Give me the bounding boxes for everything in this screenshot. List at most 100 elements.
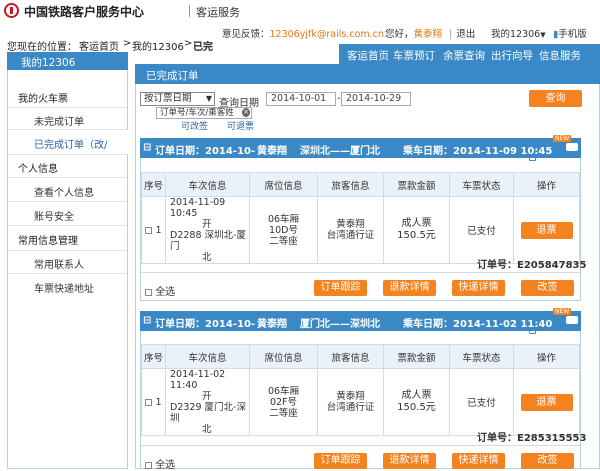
breadcrumb-home[interactable]: 客运首页 [79, 38, 119, 53]
order-search-input[interactable]: 订单号/车次/乘客姓 × [156, 107, 252, 119]
col-seat: 席位信息 [249, 344, 318, 369]
seat-info: 06车厢 10D号 二等座 [249, 196, 318, 264]
filter-type-select[interactable]: 按订票日期 [140, 92, 215, 106]
seat-number: 10D号 [269, 224, 298, 236]
funnel-icon[interactable] [529, 327, 536, 334]
seat-class: 二等座 [269, 407, 298, 419]
train-info: 2014-11-02 11:40 开 D2329 厦门北-深圳 北 [165, 368, 250, 436]
tab-finished-orders[interactable]: 已完成订单 [146, 68, 199, 83]
track-order-button[interactable]: 订单跟踪 [314, 280, 367, 296]
row-checkbox[interactable] [145, 226, 153, 234]
sidebar-item-view-profile[interactable]: 查看个人信息 [34, 184, 94, 199]
depart-label: 开 [202, 391, 212, 402]
sidebar-item-finished-orders[interactable]: 已完成订单（改/ [34, 136, 107, 151]
funnel-icon[interactable] [529, 154, 536, 161]
passenger-id-type: 台湾通行证 [326, 402, 375, 413]
breadcrumb-sep: > [123, 38, 132, 49]
ticket-price: 150.5元 [397, 402, 436, 413]
breadcrumb-my12306[interactable]: 我的12306 [132, 38, 184, 53]
seat-number: 02F号 [269, 396, 298, 408]
refund-details-button[interactable]: 退款详情 [383, 280, 436, 296]
collapse-icon[interactable]: ⊟ [143, 315, 151, 326]
order-date: 订单日期：2014-10- [155, 146, 256, 157]
select-all-label: 全选 [155, 287, 176, 298]
username-link[interactable]: 黄泰翔 [414, 29, 443, 40]
nav-home[interactable]: 客运首页 [347, 48, 389, 63]
col-status: 车票状态 [449, 344, 514, 369]
col-index: 序号 [141, 344, 166, 369]
nav-info-service[interactable]: 信息服务 [539, 48, 581, 63]
car-icon [566, 143, 578, 151]
nav-travel-guide[interactable]: 出行向导 [491, 48, 533, 63]
table-header-row: 序号 车次信息 席位信息 旅客信息 票款金额 车票状态 操作 [141, 172, 580, 197]
train-number: D2288 [170, 230, 202, 241]
order-number: 订单号：E285315553 [477, 429, 586, 444]
mobile-label: 手机版 [558, 29, 587, 40]
select-all[interactable]: 全选 [145, 283, 175, 298]
collapse-icon[interactable]: ⊟ [143, 142, 151, 153]
refundable-link[interactable]: 可退票 [227, 119, 254, 132]
my12306-menu[interactable]: 我的12306▼ [491, 26, 546, 40]
car-icon [566, 316, 578, 324]
ticket-type: 成人票 [401, 218, 432, 229]
change-ticket-button[interactable]: 改签 [521, 280, 574, 296]
delivery-details-button[interactable]: 快递详情 [452, 280, 505, 296]
col-train: 车次信息 [165, 344, 250, 369]
nav-ticket-booking[interactable]: 车票预订 [393, 48, 435, 63]
logout-link[interactable]: 退出 [456, 29, 475, 40]
mobile-link[interactable]: ▮手机版 [553, 26, 587, 40]
sidebar-item-account-security[interactable]: 账号安全 [34, 208, 74, 223]
passenger-name: 黄泰翔 [336, 219, 365, 230]
row-checkbox[interactable] [145, 398, 153, 406]
col-action: 操作 [513, 172, 580, 197]
main-tab-bar: 已完成订单 [135, 64, 600, 84]
breadcrumb-sep: > [184, 38, 193, 49]
order-number-label: 订单号： [477, 260, 517, 271]
header-sep: | [449, 29, 453, 40]
depart-time: 2014-11-09 10:45 [170, 197, 226, 219]
site-name[interactable]: 中国铁路客户服务中心 [24, 3, 144, 20]
table-header-row: 序号 车次信息 席位信息 旅客信息 票款金额 车票状态 操作 [141, 344, 580, 369]
order-passenger: 黄泰翔 [257, 146, 287, 157]
logo-divider [189, 5, 190, 17]
divider [8, 201, 127, 202]
divider [8, 177, 127, 178]
ticket-price: 150.5元 [397, 230, 436, 241]
refund-button[interactable]: 退票 [520, 393, 573, 411]
col-status: 车票状态 [449, 172, 514, 197]
change-ticket-button[interactable]: 改签 [521, 453, 574, 469]
greeting-text: 您好， [385, 29, 414, 40]
sidebar-item-delivery-address[interactable]: 车票快递地址 [34, 280, 94, 295]
track-order-button[interactable]: 订单跟踪 [314, 453, 367, 469]
train-route-cont: 北 [202, 252, 212, 263]
divider [8, 107, 127, 108]
passenger-name: 黄泰翔 [336, 391, 365, 402]
seat-class: 二等座 [269, 235, 298, 247]
order-card-header: ⊟ 订单日期：2014-10- 黄泰翔 厦门北——深圳北 乘车日期：2014-1… [140, 311, 581, 331]
action-cell: 退票 [513, 368, 580, 436]
refund-button[interactable]: 退票 [520, 221, 573, 239]
date-to-input[interactable]: 2014-10-29 [341, 92, 411, 106]
railway-logo-icon[interactable] [4, 3, 19, 18]
divider [141, 272, 580, 273]
passenger-id-type: 台湾通行证 [326, 230, 375, 241]
select-all-label: 全选 [155, 460, 176, 471]
delivery-details-button[interactable]: 快递详情 [452, 453, 505, 469]
nav-remaining-tickets[interactable]: 余票查询 [443, 48, 485, 63]
sidebar-group-tickets: 我的火车票 [18, 94, 68, 105]
date-from-input[interactable]: 2014-10-01 [266, 92, 336, 106]
select-all-checkbox[interactable] [145, 288, 152, 296]
ticket-status: 已支付 [449, 368, 514, 436]
select-all-checkbox[interactable] [145, 461, 152, 469]
depart-label: 开 [202, 219, 212, 230]
query-button[interactable]: 查询 [529, 90, 582, 107]
feedback-email-link[interactable]: 12306yjfk@rails.com.cn [270, 29, 384, 40]
sidebar-item-contacts[interactable]: 常用联系人 [34, 256, 84, 271]
sidebar-item-unfinished-orders[interactable]: 未完成订单 [34, 113, 84, 128]
col-action: 操作 [513, 344, 580, 369]
col-price: 票款金额 [383, 344, 450, 369]
clear-icon[interactable]: × [242, 108, 250, 117]
changeable-link[interactable]: 可改签 [181, 119, 208, 132]
action-cell: 退票 [513, 196, 580, 264]
refund-details-button[interactable]: 退款详情 [383, 453, 436, 469]
